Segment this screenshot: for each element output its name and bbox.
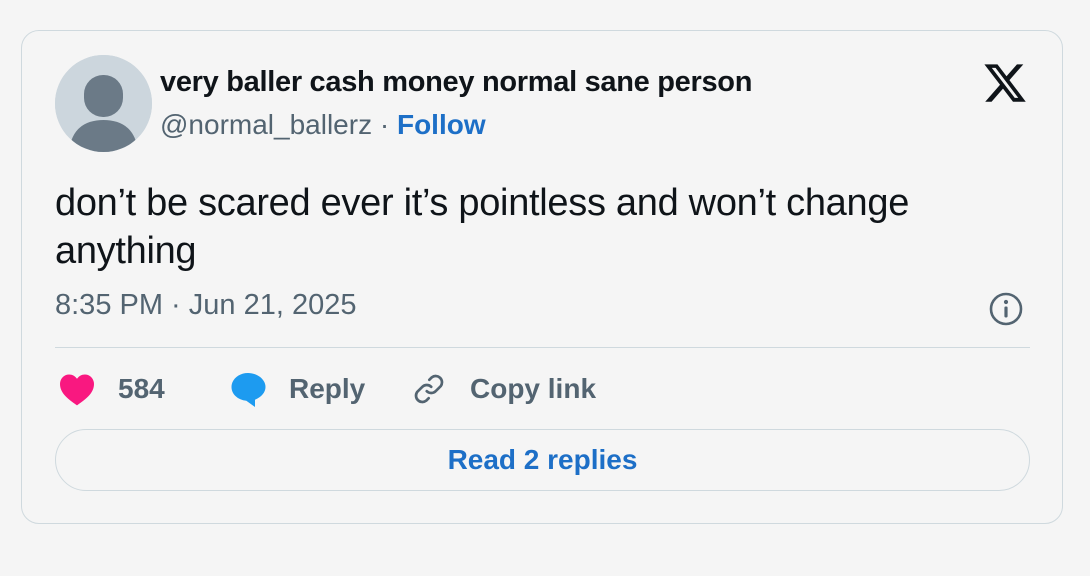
separator-dot: · <box>379 109 390 140</box>
heart-icon <box>60 374 94 406</box>
tweet-text: don’t be scared ever it’s pointless and … <box>55 182 910 272</box>
info-icon[interactable] <box>988 291 1024 327</box>
speech-bubble-icon <box>231 373 266 407</box>
read-replies-button[interactable]: Read 2 replies <box>55 429 1030 491</box>
reply-button[interactable]: Reply <box>229 367 365 411</box>
like-button[interactable]: 584 <box>58 367 165 411</box>
timestamp[interactable]: 8:35 PM · Jun 21, 2025 <box>55 289 356 322</box>
divider <box>55 347 1030 348</box>
tweet-card: very baller cash money normal sane perso… <box>21 30 1063 524</box>
copy-link-label: Copy link <box>470 373 597 404</box>
reply-label: Reply <box>289 373 366 404</box>
like-count: 584 <box>118 373 165 404</box>
link-icon <box>414 374 444 404</box>
copy-link-button[interactable]: Copy link <box>410 367 596 411</box>
avatar[interactable] <box>55 55 152 152</box>
default-avatar-icon <box>55 55 152 152</box>
follow-button[interactable]: Follow <box>397 109 486 140</box>
handle-row: @normal_ballerz · Follow <box>160 109 486 141</box>
user-handle[interactable]: @normal_ballerz <box>160 109 372 140</box>
x-logo-icon[interactable] <box>982 60 1028 106</box>
display-name[interactable]: very baller cash money normal sane perso… <box>160 66 752 99</box>
